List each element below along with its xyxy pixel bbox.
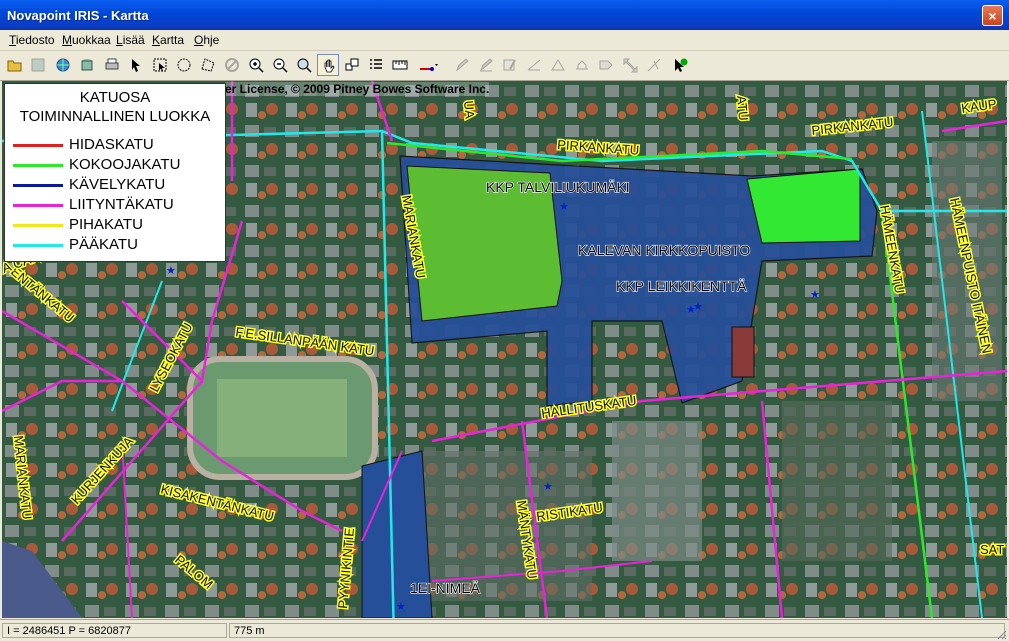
resize-grip-icon[interactable] [995, 628, 1007, 640]
toolbar [0, 51, 1009, 81]
globe-icon[interactable] [52, 54, 74, 76]
legend-title-line2: TOIMINNALLINEN LUOKKA [19, 108, 211, 125]
status-bar: I = 2486451 P = 6820877 775 m [0, 619, 1009, 641]
snap-icon[interactable] [643, 54, 665, 76]
legend-title-line1: KATUOSA [79, 89, 151, 106]
status-scale: 775 m [229, 623, 1005, 638]
area-label-ei-nimea: 1EI-NIMEÄ [410, 580, 481, 596]
save-icon[interactable] [27, 54, 49, 76]
pan-hand-icon[interactable] [317, 54, 339, 76]
svg-text:★: ★ [166, 265, 176, 277]
select-arrow-icon[interactable] [125, 54, 147, 76]
zoom-in-icon[interactable] [245, 54, 267, 76]
database-icon[interactable] [76, 54, 98, 76]
ruler-icon[interactable] [389, 54, 411, 76]
area-label-leikkikentta: KKP LEIKKIKENTTÄ [616, 278, 747, 294]
legend-label: PÄÄKATU [69, 236, 138, 253]
legend-label: LIITYNTÄKATU [69, 196, 174, 213]
app-window: Novapoint IRIS - Kartta × Tiedosto Muokk… [0, 0, 1009, 641]
svg-text:★: ★ [693, 301, 703, 313]
svg-text:★: ★ [543, 481, 553, 493]
list-icon[interactable] [365, 54, 387, 76]
close-button[interactable]: × [982, 5, 1003, 26]
street-label-sat: SAT [980, 542, 1004, 557]
print-icon[interactable] [101, 54, 123, 76]
zoom-box-icon[interactable] [293, 54, 315, 76]
window-title: Novapoint IRIS - Kartta [7, 8, 149, 23]
split-icon[interactable] [523, 54, 545, 76]
line-tool-icon[interactable] [415, 54, 438, 76]
legend-label: HIDASKATU [69, 136, 154, 153]
svg-text:★: ★ [559, 201, 569, 213]
legend-swatch [13, 244, 63, 247]
legend-swatch [13, 164, 63, 167]
select-box-icon[interactable] [149, 54, 171, 76]
legend-swatch [13, 204, 63, 207]
legend-swatch [13, 224, 63, 227]
edit-table-icon[interactable] [499, 54, 521, 76]
street-label-atu: ATU [734, 95, 751, 121]
map-legend: KATUOSA TOIMINNALLINEN LUOKKA HIDASKATU … [4, 83, 226, 262]
zoom-out-icon[interactable] [269, 54, 291, 76]
title-bar[interactable]: Novapoint IRIS - Kartta × [0, 0, 1009, 30]
cancel-icon[interactable] [221, 54, 243, 76]
area-label-talviliukumaki: KKP TALVILIUKUMÄKI [486, 179, 630, 195]
area-label-kalevan-kirkkopuisto: KALEVAN KIRKKOPUISTO [578, 242, 750, 258]
menu-ohje[interactable]: Ohje [194, 33, 219, 47]
select-polygon-icon[interactable] [197, 54, 219, 76]
legend-label: KÄVELYKATU [69, 176, 166, 193]
menu-muokkaa[interactable]: Muokkaa [62, 33, 111, 47]
reshape-icon[interactable] [571, 54, 593, 76]
status-coordinates: I = 2486451 P = 6820877 [2, 623, 227, 638]
menu-kartta[interactable]: Kartta [152, 33, 184, 47]
edit-icon[interactable] [475, 54, 497, 76]
menu-tiedosto[interactable]: Tiedosto [9, 33, 55, 47]
pencil-icon[interactable] [451, 54, 473, 76]
menu-bar: Tiedosto Muokkaa Lisää Kartta Ohje [0, 30, 1009, 51]
legend-label: PIHAKATU [69, 216, 143, 233]
merge-icon[interactable] [547, 54, 569, 76]
select-circle-icon[interactable] [173, 54, 195, 76]
menu-lisaa[interactable]: Lisää [116, 33, 145, 47]
layers-icon[interactable] [341, 54, 363, 76]
street-label-ua: UA [461, 100, 478, 120]
info-icon[interactable] [669, 54, 691, 76]
svg-text:★: ★ [810, 289, 820, 301]
map-copyright: er License, © 2009 Pitney Bowes Software… [225, 82, 490, 96]
move-icon[interactable] [619, 54, 641, 76]
svg-text:★: ★ [396, 601, 406, 613]
legend-swatch [13, 184, 63, 187]
tag-icon[interactable] [595, 54, 617, 76]
legend-swatch [13, 144, 63, 147]
open-folder-icon[interactable] [4, 54, 26, 76]
legend-label: KOKOOJAKATU [69, 156, 181, 173]
